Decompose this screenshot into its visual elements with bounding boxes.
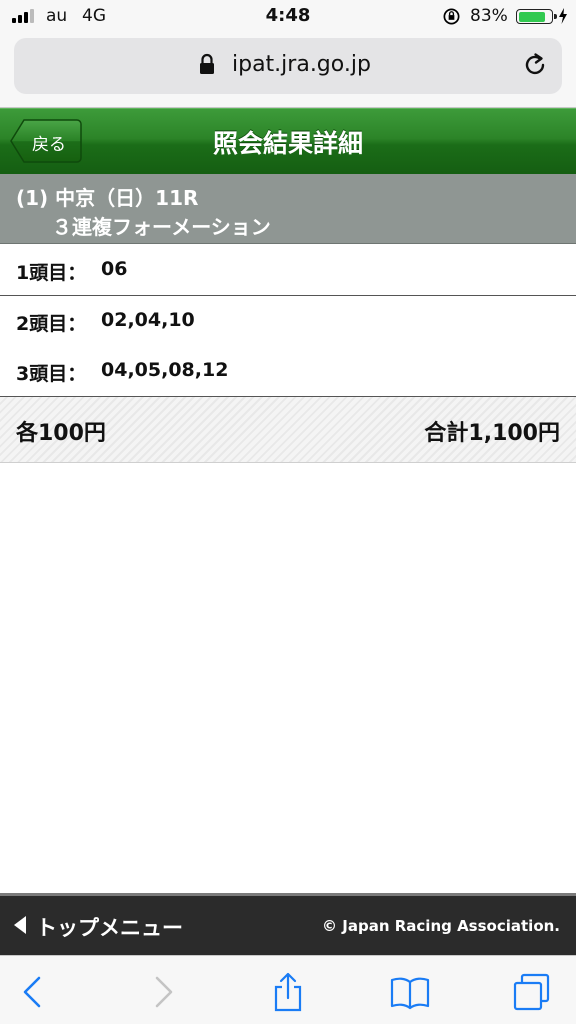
triangle-left-icon [14, 916, 26, 934]
address-bar[interactable]: ipat.jra.go.jp [14, 38, 562, 94]
totals-row: 各100円 合計1,100円 [0, 397, 576, 463]
battery-percent: 83% [470, 6, 508, 26]
selection-label: 1頭目： [16, 262, 87, 284]
share-icon[interactable] [268, 972, 308, 1012]
selection-label: 2頭目： [16, 313, 87, 335]
selection-row-3: 3頭目： 04,05,08,12 [0, 346, 576, 397]
copyright-text: © Japan Racing Association. [322, 917, 560, 935]
unit-price: 各100円 [16, 421, 106, 446]
top-menu-label: トップメニュー [36, 916, 183, 940]
page-title: 照会結果詳細 [212, 129, 363, 158]
total-price: 合計1,100円 [424, 421, 560, 446]
battery-icon [516, 9, 557, 24]
race-name: (1) 中京（日）11R [16, 186, 199, 210]
browser-address-area: ipat.jra.go.jp [0, 32, 576, 108]
browser-toolbar [0, 955, 576, 1024]
selection-row-2: 2頭目： 02,04,10 [0, 296, 576, 347]
page-footer: トップメニュー © Japan Racing Association. [0, 893, 576, 955]
charging-bolt-icon [559, 8, 567, 24]
reload-icon[interactable] [520, 50, 550, 80]
bookmarks-icon[interactable] [390, 972, 430, 1012]
page-header: 戻る 照会結果詳細 [0, 108, 576, 174]
race-info: (1) 中京（日）11R ３連複フォーメーション [0, 174, 576, 244]
orientation-lock-icon [443, 8, 460, 25]
selection-value: 04,05,08,12 [101, 359, 229, 381]
selection-row-1: 1頭目： 06 [0, 245, 576, 296]
bet-type: ３連複フォーメーション [52, 215, 271, 239]
selection-value: 02,04,10 [101, 309, 195, 331]
selection-value: 06 [101, 258, 128, 280]
lock-icon [200, 53, 214, 74]
forward-icon[interactable] [142, 972, 182, 1012]
selection-label: 3頭目： [16, 363, 87, 385]
tabs-icon[interactable] [512, 972, 552, 1012]
status-bar: au 4G 4:48 83% [0, 0, 576, 32]
url-text: ipat.jra.go.jp [232, 52, 371, 77]
back-icon[interactable] [14, 972, 54, 1012]
